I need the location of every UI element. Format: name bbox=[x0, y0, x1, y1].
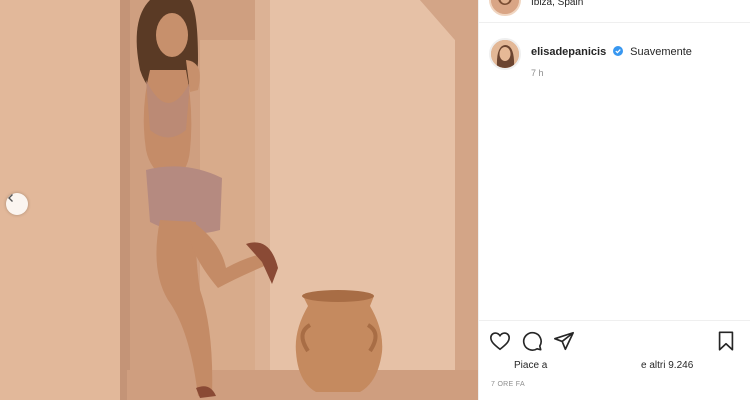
heart-icon[interactable] bbox=[489, 330, 511, 352]
post-date[interactable]: 7 ORE FA bbox=[491, 381, 525, 388]
post-image[interactable] bbox=[0, 0, 478, 400]
likes-prefix: Piace a bbox=[514, 360, 548, 371]
post-actions: Piace a e altri 9.246 7 ORE FA bbox=[479, 320, 750, 400]
comment-body: elisadepanicis Suavemente bbox=[531, 42, 741, 60]
comment-time: 7 h bbox=[531, 68, 544, 78]
previous-image-button[interactable] bbox=[6, 193, 28, 215]
verified-badge-icon bbox=[612, 46, 623, 56]
post-sidebar: Ibiza, Spain elisadepanicis Suavemente 7… bbox=[478, 0, 750, 400]
comment-icon[interactable] bbox=[521, 330, 543, 352]
avatar-image bbox=[491, 40, 519, 68]
username-link[interactable]: elisadepanicis bbox=[531, 46, 606, 58]
chevron-left-icon bbox=[8, 194, 13, 202]
likes-count-link[interactable]: e altri 9.246 bbox=[641, 360, 693, 371]
share-icon[interactable] bbox=[553, 330, 575, 352]
post-header: Ibiza, Spain bbox=[479, 0, 750, 23]
bookmark-icon[interactable] bbox=[715, 330, 737, 352]
post-location[interactable]: Ibiza, Spain bbox=[531, 0, 583, 8]
avatar-image bbox=[491, 0, 519, 14]
header-avatar[interactable] bbox=[489, 0, 521, 16]
avatar[interactable] bbox=[489, 38, 521, 70]
caption-text: Suavemente bbox=[630, 46, 692, 58]
post-photo bbox=[0, 0, 478, 400]
